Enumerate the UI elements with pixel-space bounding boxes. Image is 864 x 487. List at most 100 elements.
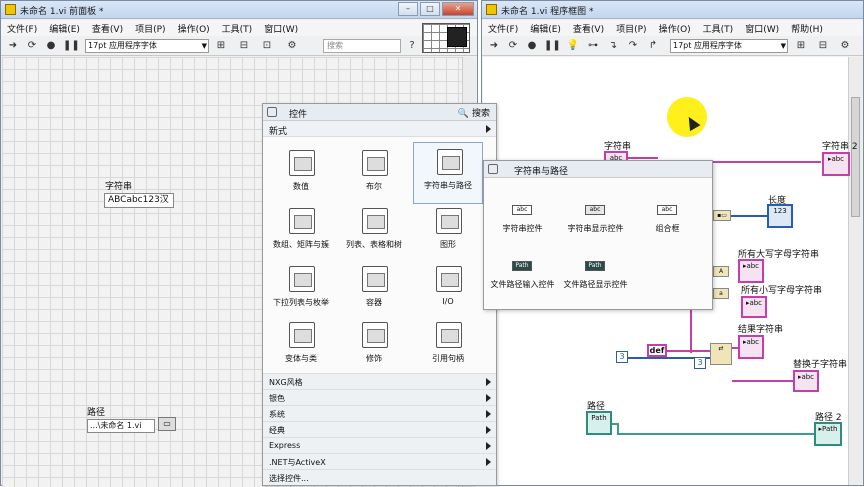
block-diagram-scrollbar[interactable]	[848, 57, 862, 485]
palette-item-refnum[interactable]: 引用句柄	[413, 316, 483, 374]
menu-project[interactable]: 项目(P)	[610, 20, 652, 36]
string2-indicator[interactable]: ▸abc	[822, 152, 850, 176]
numeric-constant[interactable]: 3	[616, 351, 628, 363]
vi-logo-icon[interactable]	[447, 27, 467, 47]
substring-indicator[interactable]: ▸abc	[793, 370, 819, 392]
distribute-icon[interactable]: ⊟	[816, 39, 830, 53]
palette-item-array-cluster[interactable]: 数组、矩阵与簇	[266, 202, 336, 260]
highlight-execution-icon[interactable]: 💡	[566, 39, 580, 53]
palette-item-decorations[interactable]: 修饰	[339, 316, 409, 374]
menu-operate[interactable]: 操作(O)	[172, 20, 216, 36]
menu-window[interactable]: 窗口(W)	[258, 20, 304, 36]
menu-window[interactable]: 窗口(W)	[739, 20, 785, 36]
palette-item-string-path[interactable]: 字符串与路径	[413, 142, 483, 204]
path-control[interactable]: ...\未命名 1.vi	[87, 419, 155, 433]
subpalette-item-file-path-control[interactable]: Path 文件路径输入控件	[485, 251, 560, 305]
menu-view[interactable]: 查看(V)	[86, 20, 129, 36]
retain-wire-values-icon[interactable]: ⊶	[586, 39, 600, 53]
result-indicator[interactable]: ▸abc	[738, 335, 764, 359]
pause-icon[interactable]: ❚❚	[63, 39, 80, 53]
distribute-icon[interactable]: ⊟	[237, 39, 251, 53]
length-indicator[interactable]: 123	[767, 204, 793, 228]
step-out-icon[interactable]: ↱	[646, 39, 660, 53]
palette-search-button[interactable]: 🔍 搜索	[458, 106, 490, 119]
replace-substring-function[interactable]: ⇄	[710, 343, 732, 365]
subpalette-item-string-control[interactable]: abc 字符串控件	[485, 195, 560, 249]
run-arrow-icon[interactable]: ➜	[487, 39, 501, 53]
palette-item-label: I/O	[442, 297, 454, 306]
step-into-icon[interactable]: ↴	[606, 39, 620, 53]
menu-operate[interactable]: 操作(O)	[653, 20, 697, 36]
palette-item-variant-class[interactable]: 变体与类	[266, 316, 336, 374]
abort-icon[interactable]: ●	[44, 39, 58, 53]
array-cluster-icon	[289, 208, 315, 234]
menu-help[interactable]: 帮助(H)	[785, 20, 829, 36]
reorder-icon[interactable]: ⚙	[838, 39, 852, 53]
palette-item-numeric[interactable]: 数值	[266, 144, 336, 202]
help-icon[interactable]: ?	[405, 39, 419, 53]
palette-header[interactable]: 控件 🔍 搜索	[263, 104, 496, 121]
lowercase-indicator[interactable]: ▸abc	[741, 296, 767, 318]
subpalette-item-combo-box[interactable]: abc 组合框	[630, 195, 705, 249]
menu-view[interactable]: 查看(V)	[567, 20, 610, 36]
uppercase-indicator[interactable]: ▸abc	[738, 259, 764, 283]
numeric-constant[interactable]: 3	[694, 357, 706, 369]
palette-select-control[interactable]: 选择控件...	[263, 469, 496, 485]
menu-tools[interactable]: 工具(T)	[216, 20, 259, 36]
substring-indicator-label: 替换子字符串	[793, 360, 848, 370]
string-indicator-icon: abc	[585, 205, 605, 215]
palette-category-silver[interactable]: 银色	[263, 389, 496, 405]
palette-item-list-table[interactable]: 列表、表格和树	[339, 202, 409, 260]
menu-file[interactable]: 文件(F)	[482, 20, 524, 36]
resize-icon[interactable]: ⊡	[260, 39, 274, 53]
reorder-icon[interactable]: ⚙	[285, 39, 299, 53]
palette-category-modern[interactable]: 新式	[263, 121, 496, 137]
palette-item-io[interactable]: I/O	[413, 260, 483, 318]
front-panel-title: 未命名 1.vi 前面板 *	[20, 7, 104, 17]
close-button[interactable]: ✕	[442, 2, 474, 16]
align-icon[interactable]: ⊞	[794, 39, 808, 53]
to-lowercase-function[interactable]: a	[713, 288, 729, 299]
string-length-function[interactable]: ▪▭	[713, 210, 731, 221]
scrollbar-thumb[interactable]	[851, 97, 860, 217]
pause-icon[interactable]: ❚❚	[544, 39, 561, 53]
palette-category-express[interactable]: Express	[263, 437, 496, 453]
font-selector[interactable]: 17pt 应用程序字体 ▼	[670, 39, 788, 53]
browse-folder-icon[interactable]: ▭	[158, 417, 176, 431]
palette-category-nxg[interactable]: NXG风格	[263, 373, 496, 389]
search-input[interactable]: 搜索	[323, 39, 401, 53]
menu-tools[interactable]: 工具(T)	[697, 20, 740, 36]
menu-edit[interactable]: 编辑(E)	[524, 20, 567, 36]
run-arrow-icon[interactable]: ➜	[6, 39, 20, 53]
string-constant-def[interactable]: def	[647, 344, 667, 357]
palette-item-containers[interactable]: 容器	[339, 260, 409, 318]
run-continuous-icon[interactable]: ⟳	[506, 39, 520, 53]
path-terminal[interactable]: Path	[586, 411, 612, 435]
menu-project[interactable]: 项目(P)	[129, 20, 171, 36]
path2-indicator[interactable]: ▸Path	[814, 422, 842, 446]
to-uppercase-function[interactable]: A	[713, 266, 729, 277]
pin-icon[interactable]	[267, 107, 277, 117]
minimize-button[interactable]: –	[398, 2, 418, 16]
palette-item-ring-enum[interactable]: 下拉列表与枚举	[266, 260, 336, 318]
font-selector[interactable]: 17pt 应用程序字体 ▼	[85, 39, 209, 53]
palette-item-graph[interactable]: 图形	[413, 202, 483, 260]
step-over-icon[interactable]: ↷	[626, 39, 640, 53]
maximize-button[interactable]: □	[420, 2, 440, 16]
menu-file[interactable]: 文件(F)	[1, 20, 43, 36]
abort-icon[interactable]: ●	[525, 39, 539, 53]
pin-icon[interactable]	[488, 164, 498, 174]
palette-category-classic[interactable]: 经典	[263, 421, 496, 437]
subpalette-header[interactable]: 字符串与路径	[484, 161, 712, 178]
align-icon[interactable]: ⊞	[214, 39, 228, 53]
string-control[interactable]: ABCabc123汉	[104, 193, 174, 208]
block-diagram-titlebar[interactable]: 未命名 1.vi 程序框图 *	[482, 1, 863, 19]
palette-category-system[interactable]: 系统	[263, 405, 496, 421]
palette-item-boolean[interactable]: 布尔	[339, 144, 409, 202]
subpalette-item-string-indicator[interactable]: abc 字符串显示控件	[558, 195, 633, 249]
subpalette-item-file-path-indicator[interactable]: Path 文件路径显示控件	[558, 251, 633, 305]
menu-edit[interactable]: 编辑(E)	[43, 20, 86, 36]
palette-category-dotnet[interactable]: .NET与ActiveX	[263, 453, 496, 469]
front-panel-titlebar[interactable]: 未命名 1.vi 前面板 * – □ ✕	[1, 1, 477, 19]
run-continuous-icon[interactable]: ⟳	[25, 39, 39, 53]
